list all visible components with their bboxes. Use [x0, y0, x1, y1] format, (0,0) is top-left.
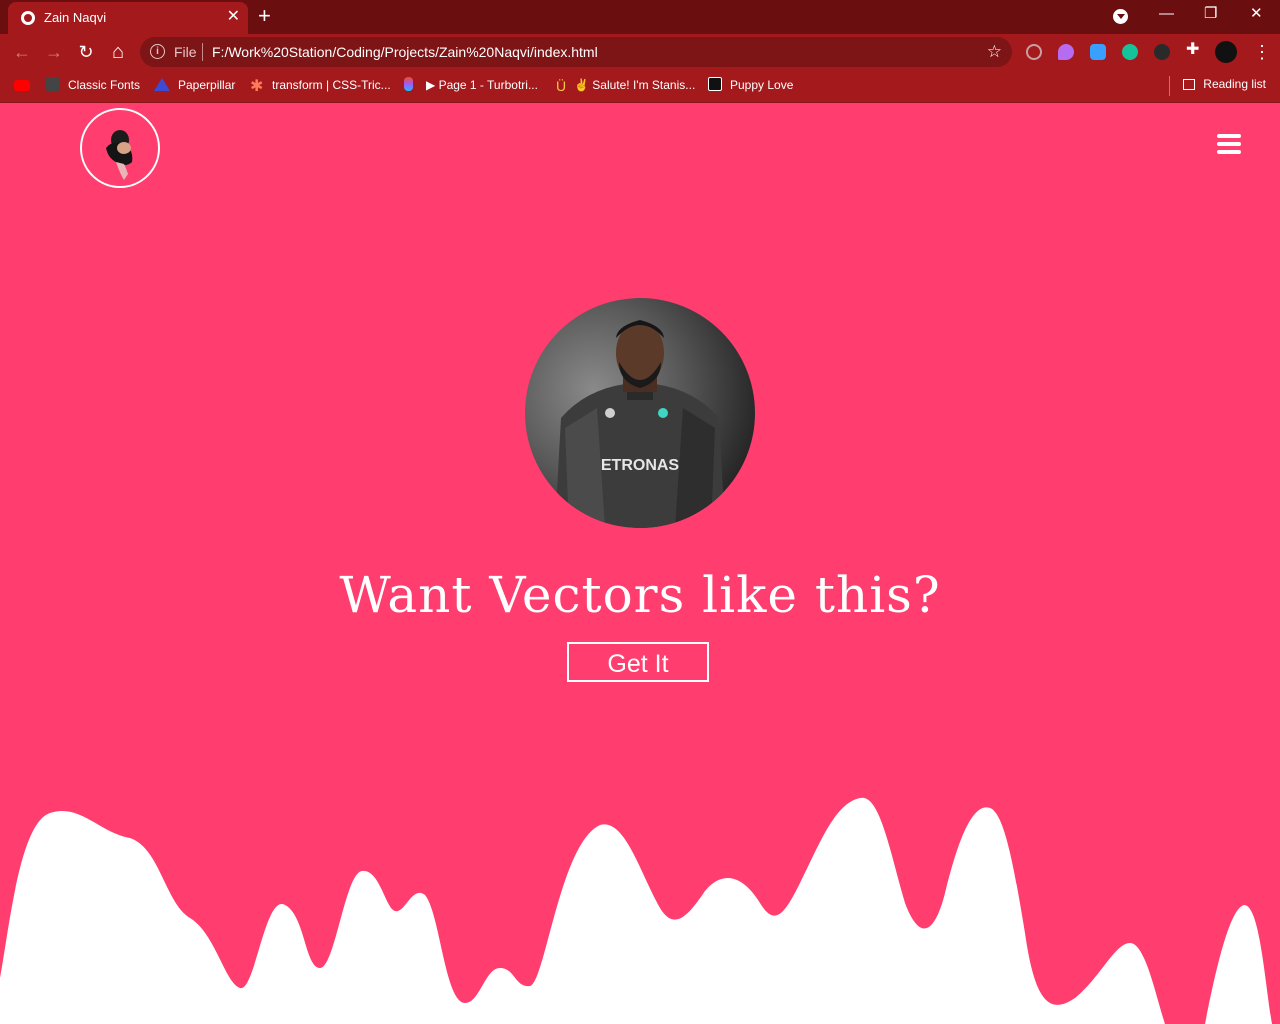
minimize-button[interactable]: — — [1159, 5, 1174, 23]
url-text[interactable]: F:/Work%20Station/Coding/Projects/Zain%2… — [212, 44, 598, 60]
profile-avatar[interactable] — [1215, 41, 1237, 63]
reading-list-icon — [1183, 79, 1196, 90]
tab-close-button[interactable]: ✕ — [227, 8, 240, 26]
css-tricks-icon: ✱ — [250, 78, 264, 95]
reading-list-button[interactable]: Reading list — [1183, 77, 1266, 91]
bookmark-puppy-love[interactable]: Puppy Love — [708, 77, 793, 93]
new-tab-button[interactable]: + — [258, 4, 271, 28]
bookmark-classic-fonts[interactable]: Classic Fonts — [46, 77, 140, 93]
url-divider — [202, 43, 203, 61]
portrait-illustration: ETRONAS — [555, 320, 725, 528]
bookmark-paperpillar[interactable]: Paperpillar — [154, 77, 235, 93]
logo-figure — [106, 130, 133, 180]
get-it-button[interactable]: Get It — [567, 642, 709, 682]
wave-decoration — [0, 797, 1272, 1024]
restore-button[interactable]: ❐ — [1204, 5, 1217, 23]
page-viewport: ETRONAS Want Vectors like this? Get It — [0, 103, 1280, 1024]
youtube-icon — [14, 80, 30, 91]
bookmark-css-tricks[interactable]: ✱ transform | CSS-Tric... — [250, 77, 391, 95]
figma-icon — [404, 77, 413, 91]
hamburger-menu-icon[interactable] — [1217, 134, 1241, 154]
extensions-puzzle-icon[interactable]: ✚ — [1186, 42, 1202, 58]
home-button[interactable]: ⌂ — [106, 40, 130, 64]
svg-text:ETRONAS: ETRONAS — [601, 457, 680, 474]
bookmark-star-icon[interactable]: ☆ — [987, 42, 1002, 62]
puppy-love-icon — [708, 77, 722, 91]
tab-title: Zain Naqvi — [44, 10, 107, 25]
tab-search-icon[interactable] — [1113, 9, 1128, 24]
browser-toolbar: ← → ↻ ⌂ i File F:/Work%20Station/Coding/… — [0, 34, 1280, 70]
forward-button[interactable]: → — [42, 40, 66, 64]
browser-tab[interactable]: Zain Naqvi ✕ — [8, 2, 248, 34]
paperpillar-icon — [154, 78, 170, 91]
bookmarks-divider — [1169, 76, 1170, 96]
sg-icon — [46, 77, 60, 91]
reload-button[interactable]: ↻ — [74, 40, 98, 64]
url-scheme: File — [174, 44, 197, 60]
address-bar[interactable]: i File F:/Work%20Station/Coding/Projects… — [140, 37, 1012, 67]
site-info-icon[interactable]: i — [150, 44, 165, 59]
back-button[interactable]: ← — [10, 40, 34, 64]
bookmarks-bar: Classic Fonts Paperpillar ✱ transform | C… — [0, 70, 1280, 103]
bookmark-stanis[interactable]: Ü ✌ Salute! I'm Stanis... — [556, 77, 695, 93]
bookmark-youtube[interactable] — [14, 77, 38, 93]
extension-2-icon[interactable] — [1058, 44, 1074, 60]
globe-icon — [21, 11, 35, 25]
window-close-button[interactable]: ✕ — [1250, 5, 1263, 23]
grammarly-icon[interactable] — [1122, 44, 1138, 60]
bookmark-figma[interactable] — [404, 77, 421, 93]
tab-strip: Zain Naqvi ✕ + — ❐ ✕ — [0, 0, 1280, 34]
portrait-vector-image: ETRONAS — [525, 298, 755, 528]
avatar-logo-icon[interactable] — [80, 108, 160, 188]
bookmark-turbotrix[interactable]: ▶ Page 1 - Turbotri... — [426, 77, 538, 93]
extension-5-icon[interactable] — [1154, 44, 1170, 60]
stanis-icon: Ü — [556, 78, 567, 94]
hero-headline: Want Vectors like this? — [339, 566, 941, 624]
extension-1-icon[interactable] — [1026, 44, 1042, 60]
browser-menu-button[interactable]: ⋮ — [1250, 40, 1274, 64]
extension-3-icon[interactable] — [1090, 44, 1106, 60]
